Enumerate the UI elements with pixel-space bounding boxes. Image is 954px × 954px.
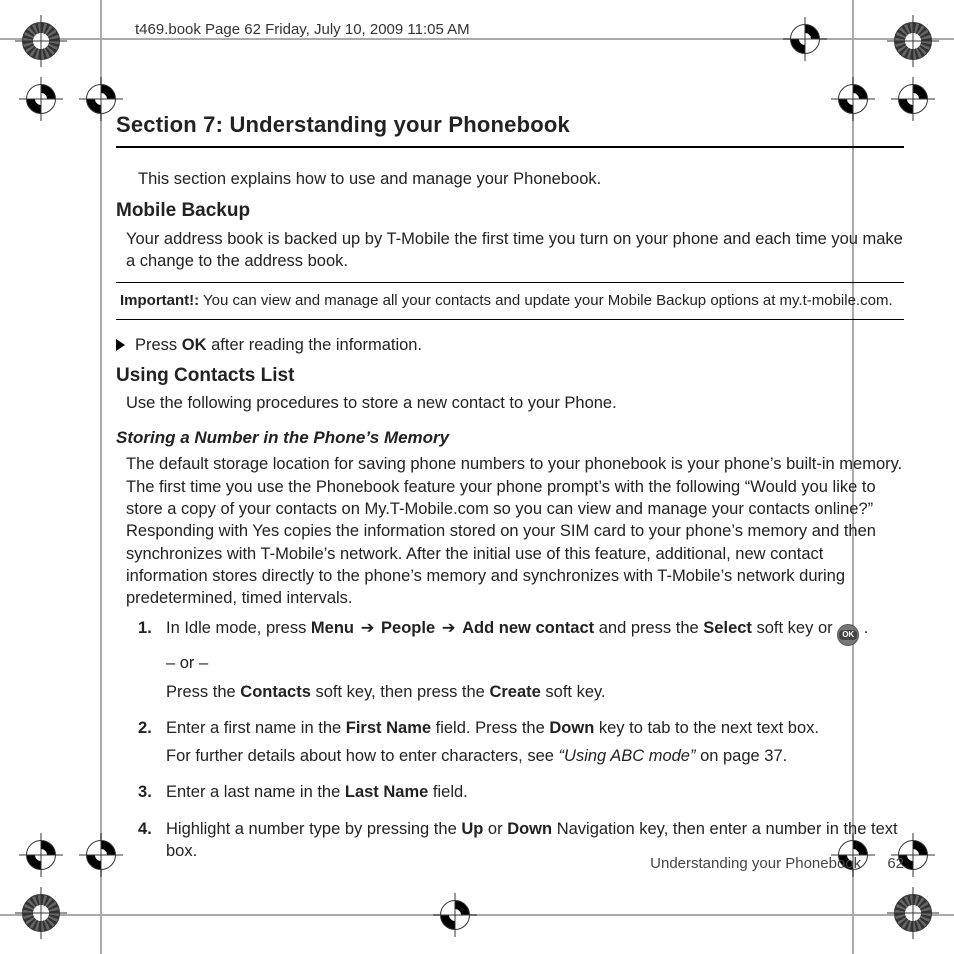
step-2-note: For further details about how to enter c… (166, 745, 904, 767)
registration-mark-icon (894, 894, 932, 932)
section-intro: This section explains how to use and man… (116, 168, 904, 190)
step-1: In Idle mode, press Menu ➔ People ➔ Add … (138, 617, 904, 703)
page-footer: Understanding your Phonebook 62 (650, 854, 904, 874)
xref-using-abc-mode: “Using ABC mode” (559, 747, 696, 765)
heading-storing-number: Storing a Number in the Phone’s Memory (116, 427, 904, 450)
alternative-separator: – or – (166, 652, 904, 674)
registration-dot-icon (26, 84, 56, 114)
important-text: You can view and manage all your contact… (199, 292, 892, 309)
text: Press (135, 336, 182, 354)
registration-dot-icon (790, 24, 820, 54)
mobile-backup-body: Your address book is backed up by T-Mobi… (126, 228, 904, 273)
step-2: Enter a first name in the First Name fie… (138, 717, 904, 768)
page-content: Section 7: Understanding your Phonebook … (116, 110, 904, 874)
text: after reading the information. (207, 336, 423, 354)
registration-mark-icon (894, 22, 932, 60)
important-label: Important!: (120, 292, 199, 309)
important-note: Important!: You can view and manage all … (116, 282, 904, 320)
step-3: Enter a last name in the Last Name field… (138, 781, 904, 803)
footer-page-number: 62 (887, 855, 904, 872)
heading-using-contacts: Using Contacts List (116, 363, 904, 389)
action-press-ok: Press OK after reading the information. (116, 334, 904, 356)
registration-dot-icon (26, 840, 56, 870)
registration-dot-icon (86, 840, 116, 870)
footer-chapter-title: Understanding your Phonebook (650, 855, 861, 872)
framemaker-header: t469.book Page 62 Friday, July 10, 2009 … (135, 20, 470, 40)
ok-key-icon: OK (837, 624, 859, 646)
contacts-intro: Use the following procedures to store a … (126, 392, 904, 414)
registration-dot-icon (86, 84, 116, 114)
registration-dot-icon (440, 900, 470, 930)
crop-mark-bottom (0, 914, 954, 916)
crop-mark-left (100, 0, 102, 954)
step-1-alt: Press the Contacts soft key, then press … (166, 681, 904, 703)
storing-body: The default storage location for saving … (126, 453, 904, 609)
section-heading: Section 7: Understanding your Phonebook (116, 110, 904, 148)
key-ok: OK (182, 336, 207, 354)
registration-mark-icon (22, 894, 60, 932)
registration-mark-icon (22, 22, 60, 60)
procedure-steps: In Idle mode, press Menu ➔ People ➔ Add … (138, 617, 904, 862)
bullet-triangle-icon (116, 339, 125, 351)
heading-mobile-backup: Mobile Backup (116, 198, 904, 224)
